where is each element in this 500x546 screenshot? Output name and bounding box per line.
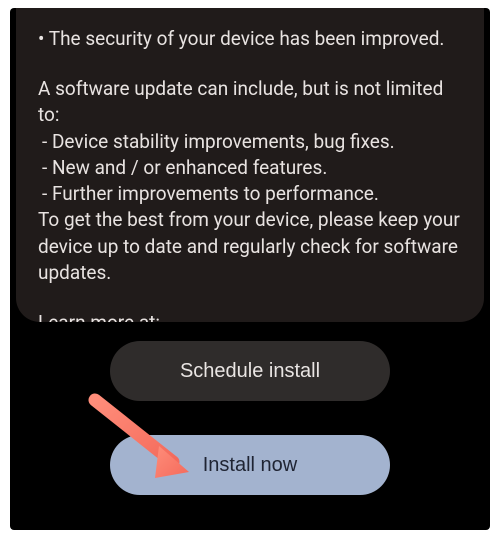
update-include-item: - Further improvements to performance. (38, 181, 462, 207)
schedule-install-button[interactable]: Schedule install (110, 341, 390, 401)
security-bullet: • The security of your device has been i… (38, 26, 462, 52)
software-update-screen: • The security of your device has been i… (10, 8, 490, 530)
update-description: • The security of your device has been i… (38, 26, 462, 322)
update-advice: To get the best from your device, please… (38, 208, 460, 283)
update-include-item: - New and / or enhanced features. (38, 155, 462, 181)
update-details-card: • The security of your device has been i… (16, 8, 484, 322)
action-button-area: Schedule install Install now (10, 315, 490, 530)
update-include-item: - Device stability improvements, bug fix… (38, 129, 462, 155)
update-includes-block: A software update can include, but is no… (38, 76, 462, 286)
update-includes-intro: A software update can include, but is no… (38, 77, 443, 126)
install-now-button[interactable]: Install now (110, 435, 390, 495)
